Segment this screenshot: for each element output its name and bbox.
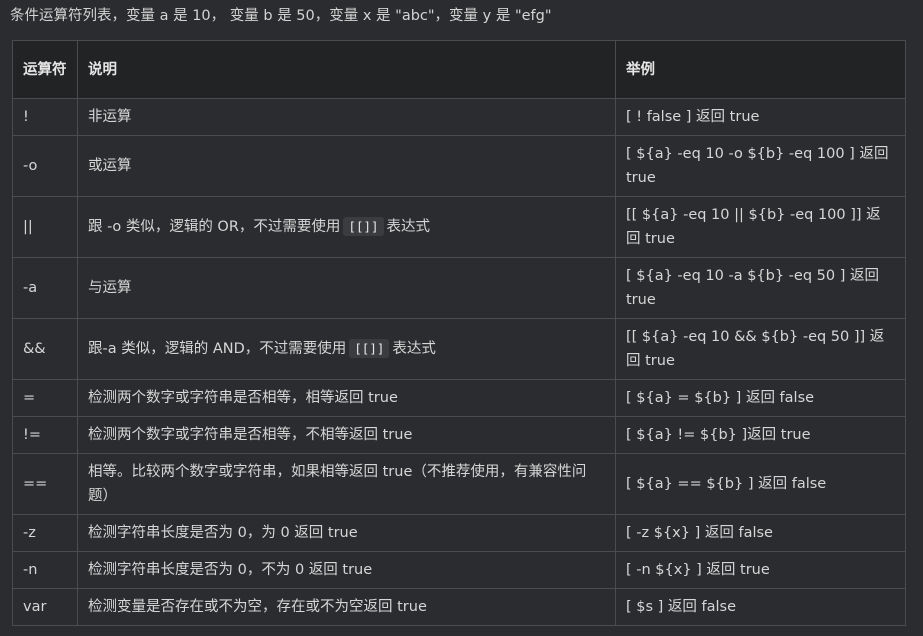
cell-example: [ $s ] 返回 false [615, 588, 906, 626]
cell-example: [[ ${a} -eq 10 || ${b} -eq 100 ]] 返回 tru… [615, 196, 906, 258]
cell-description: 跟 -o 类似，逻辑的 OR，不过需要使用[[]] 表达式 [77, 196, 616, 258]
inline-code: [[]] [343, 217, 384, 236]
cell-example: [ ${a} -eq 10 -o ${b} -eq 100 ] 返回 true [615, 135, 906, 197]
table-row: -n 检测字符串长度是否为 0，不为 0 返回 true [ -n ${x} ]… [12, 551, 906, 589]
cell-operator: var [12, 588, 78, 626]
cell-description: 与运算 [77, 257, 616, 319]
cell-example: [ -z ${x} ] 返回 false [615, 514, 906, 552]
table-row: && 跟-a 类似，逻辑的 AND，不过需要使用[[]] 表达式 [[ ${a} … [12, 318, 906, 380]
cell-operator: != [12, 416, 78, 454]
cell-operator: -a [12, 257, 78, 319]
cell-operator: -o [12, 135, 78, 197]
table-row: -a 与运算 [ ${a} -eq 10 -a ${b} -eq 50 ] 返回… [12, 257, 906, 319]
table-row: || 跟 -o 类似，逻辑的 OR，不过需要使用[[]] 表达式 [[ ${a} … [12, 196, 906, 258]
cell-description: 检测两个数字或字符串是否相等，不相等返回 true [77, 416, 616, 454]
cell-operator: || [12, 196, 78, 258]
cell-operator: && [12, 318, 78, 380]
table-row: != 检测两个数字或字符串是否相等，不相等返回 true [ ${a} != $… [12, 416, 906, 454]
cell-description: 相等。比较两个数字或字符串，如果相等返回 true（不推荐使用，有兼容性问题） [77, 453, 616, 515]
description-text: 表达式 [386, 219, 431, 235]
cell-example: [[ ${a} -eq 10 && ${b} -eq 50 ]] 返回 true [615, 318, 906, 380]
cell-example: [ ! false ] 返回 true [615, 98, 906, 136]
description-text: 跟-a 类似，逻辑的 AND，不过需要使用 [88, 341, 347, 357]
description-text: 跟 -o 类似，逻辑的 OR，不过需要使用 [88, 219, 341, 235]
cell-description: 或运算 [77, 135, 616, 197]
table-row: == 相等。比较两个数字或字符串，如果相等返回 true（不推荐使用，有兼容性问… [12, 453, 906, 515]
header-operator: 运算符 [12, 40, 78, 99]
operator-table: 运算符 说明 举例 ! 非运算 [ ! false ] 返回 true -o 或… [12, 40, 906, 626]
cell-operator: -n [12, 551, 78, 589]
header-example: 举例 [615, 40, 906, 99]
table-header-row: 运算符 说明 举例 [12, 40, 906, 99]
cell-description: 检测字符串长度是否为 0，不为 0 返回 true [77, 551, 616, 589]
table-row: -z 检测字符串长度是否为 0，为 0 返回 true [ -z ${x} ] … [12, 514, 906, 552]
cell-description: 检测两个数字或字符串是否相等，相等返回 true [77, 379, 616, 417]
table-row: = 检测两个数字或字符串是否相等，相等返回 true [ ${a} = ${b}… [12, 379, 906, 417]
cell-example: [ ${a} = ${b} ] 返回 false [615, 379, 906, 417]
cell-description: 非运算 [77, 98, 616, 136]
description-text: 表达式 [392, 341, 436, 357]
cell-description: 检测字符串长度是否为 0，为 0 返回 true [77, 514, 616, 552]
cell-operator: = [12, 379, 78, 417]
header-description: 说明 [77, 40, 616, 99]
cell-description: 检测变量是否存在或不为空，存在或不为空返回 true [77, 588, 616, 626]
cell-operator: -z [12, 514, 78, 552]
table-row: var 检测变量是否存在或不为空，存在或不为空返回 true [ $s ] 返回… [12, 588, 906, 626]
table-row: -o 或运算 [ ${a} -eq 10 -o ${b} -eq 100 ] 返… [12, 135, 906, 197]
cell-example: [ ${a} == ${b} ] 返回 false [615, 453, 906, 515]
cell-example: [ ${a} != ${b} ]返回 true [615, 416, 906, 454]
table-caption: 条件运算符列表，变量 a 是 10， 变量 b 是 50，变量 x 是 "abc… [10, 8, 552, 24]
cell-example: [ ${a} -eq 10 -a ${b} -eq 50 ] 返回 true [615, 257, 906, 319]
inline-code: [[]] [349, 339, 390, 358]
table-row: ! 非运算 [ ! false ] 返回 true [12, 98, 906, 136]
cell-description: 跟-a 类似，逻辑的 AND，不过需要使用[[]] 表达式 [77, 318, 616, 380]
cell-example: [ -n ${x} ] 返回 true [615, 551, 906, 589]
cell-operator: == [12, 453, 78, 515]
cell-operator: ! [12, 98, 78, 136]
